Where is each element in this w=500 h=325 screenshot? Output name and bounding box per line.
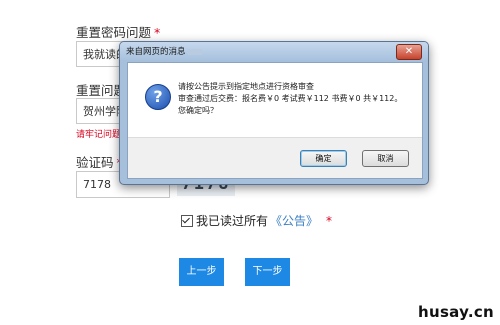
dialog-title: 来自网页的消息 [126,45,202,57]
web-page: 重置密码问题* 我就读的 重置问题 贺州学院 请牢记问题 验证码* 7178 7… [0,0,500,325]
question-icon: ? [145,84,171,110]
cancel-button[interactable]: 取消 [362,150,409,167]
dialog-footer: 确定 取消 [128,137,422,178]
required-mark: * [326,213,333,228]
next-step-button[interactable]: 下一步 [245,258,290,286]
agree-checkbox[interactable] [181,214,193,227]
message-line: 审查通过后交费：报名费￥0 考试费￥112 书费￥0 共￥112。 [178,94,403,103]
reset-answer-hint: 请牢记问题 [76,130,122,140]
required-mark: * [154,25,161,40]
captcha-label-text: 验证码 [76,155,114,170]
close-icon[interactable]: ✕ [396,44,422,60]
reset-question-label-text: 重置密码问题 [76,25,152,40]
message-line: 您确定吗？ [178,106,218,115]
agree-text: 我已读过所有 [196,214,269,228]
message-line: 请按公告提示到指定地点进行资格审查 [178,82,314,91]
ok-button[interactable]: 确定 [300,150,347,167]
dialog-title-text: 来自网页的消息 [126,47,186,57]
agree-row: 我已读过所有 《公告》 * [181,212,332,229]
captcha-label: 验证码* [76,152,123,171]
prev-step-button[interactable]: 上一步 [179,258,224,286]
notice-link[interactable]: 《公告》 [270,212,318,229]
dialog-titlebar[interactable]: 来自网页的消息 ✕ [120,42,428,60]
message-dialog: 来自网页的消息 ✕ ? 请按公告提示到指定地点进行资格审查 审查通过后交费：报名… [119,41,429,185]
dialog-body: ? 请按公告提示到指定地点进行资格审查 审查通过后交费：报名费￥0 考试费￥11… [127,62,423,179]
blurred-domain [187,48,202,55]
watermark: husay.cn [417,303,494,321]
captcha-input-value: 7178 [83,178,111,191]
dialog-message: 请按公告提示到指定地点进行资格审查 审查通过后交费：报名费￥0 考试费￥112 … [178,81,416,117]
reset-question-label: 重置密码问题 * [76,22,160,41]
